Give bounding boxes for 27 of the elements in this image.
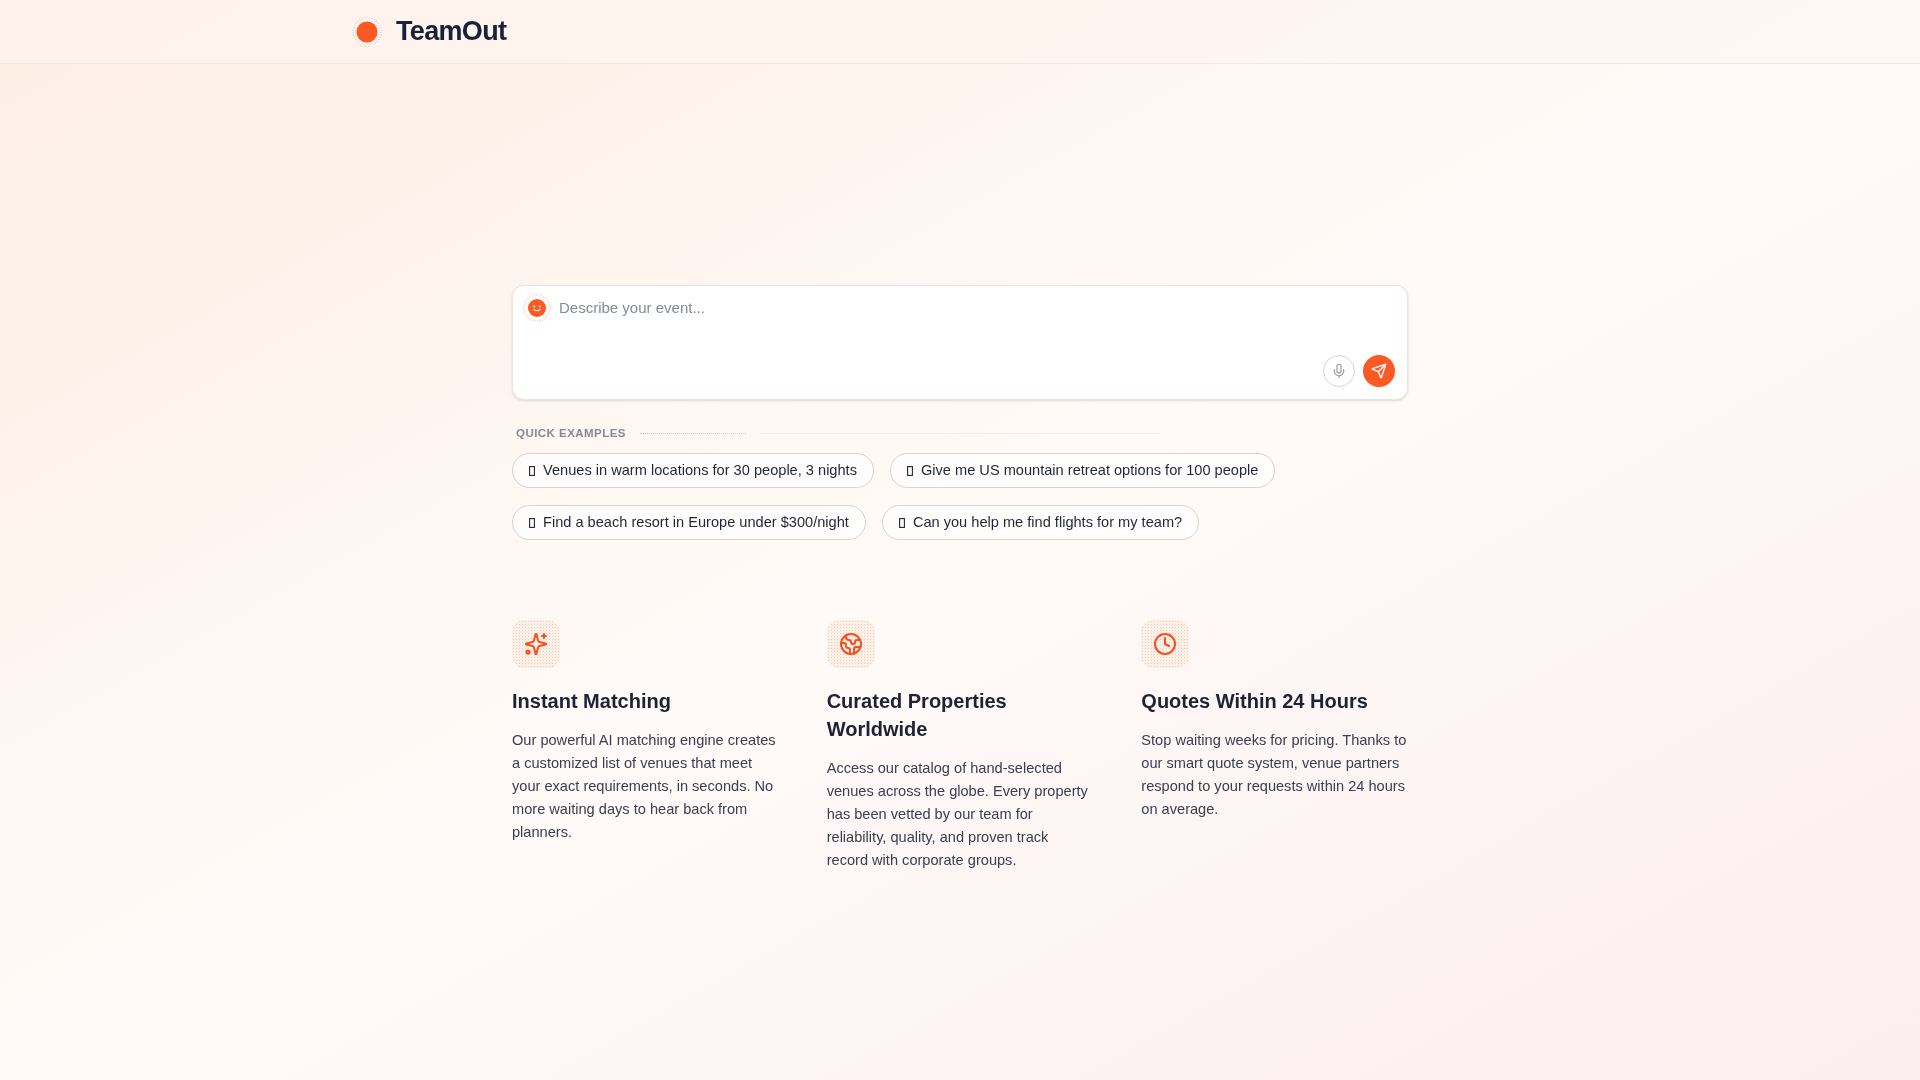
microphone-icon	[1331, 363, 1347, 379]
feature-description: Access our catalog of hand-selected venues across the globe. Every property has been vetted by our team for reliability, quality, and proven track record with corporate groups.	[826, 759, 1089, 870]
send-button[interactable]	[1363, 355, 1395, 387]
rectangle-icon	[906, 465, 913, 476]
event-input-field[interactable]: Describe your event...	[559, 298, 1395, 348]
sparkles-icon	[512, 620, 560, 668]
feature-title: Instant Matching	[512, 689, 672, 714]
example-chip[interactable]: Can you help me find flights for my team?	[881, 505, 1200, 540]
feature-title: Quotes Within 24 Hours	[1141, 689, 1369, 714]
clock-icon	[1141, 620, 1190, 668]
example-chip[interactable]: Find a beach resort in Europe under $300/night	[512, 505, 866, 540]
feature-title: Curated Properties Worldwide	[826, 689, 1008, 742]
rectangle-icon	[529, 517, 535, 528]
message-composer[interactable]: Describe your event...	[512, 285, 1408, 400]
section-label: QUICK EXAMPLES	[516, 426, 626, 441]
rectangle-icon	[898, 517, 905, 528]
brand-name[interactable]: TeamOut	[396, 11, 507, 52]
smiley-icon	[523, 294, 551, 322]
example-chip[interactable]: Give me US mountain retreat options for 100 people	[889, 453, 1276, 488]
logo-icon	[352, 16, 382, 47]
paper-plane-icon	[1371, 363, 1387, 379]
example-chip[interactable]: Venues in warm locations for 30 people, 3 nights	[512, 453, 874, 488]
rectangle-icon	[529, 465, 535, 476]
globe-icon	[826, 620, 875, 668]
feature-description: Stop waiting weeks for pricing. Thanks to our smart quote system, venue partners respond to your requests within 24 hours on average.	[1141, 731, 1408, 819]
microphone-button[interactable]	[1323, 355, 1355, 387]
feature-description: Our powerful AI matching engine creates a customized list of venues that meet your exact requirements, in seconds. No more waiting days to hear back from planners.	[512, 731, 777, 842]
